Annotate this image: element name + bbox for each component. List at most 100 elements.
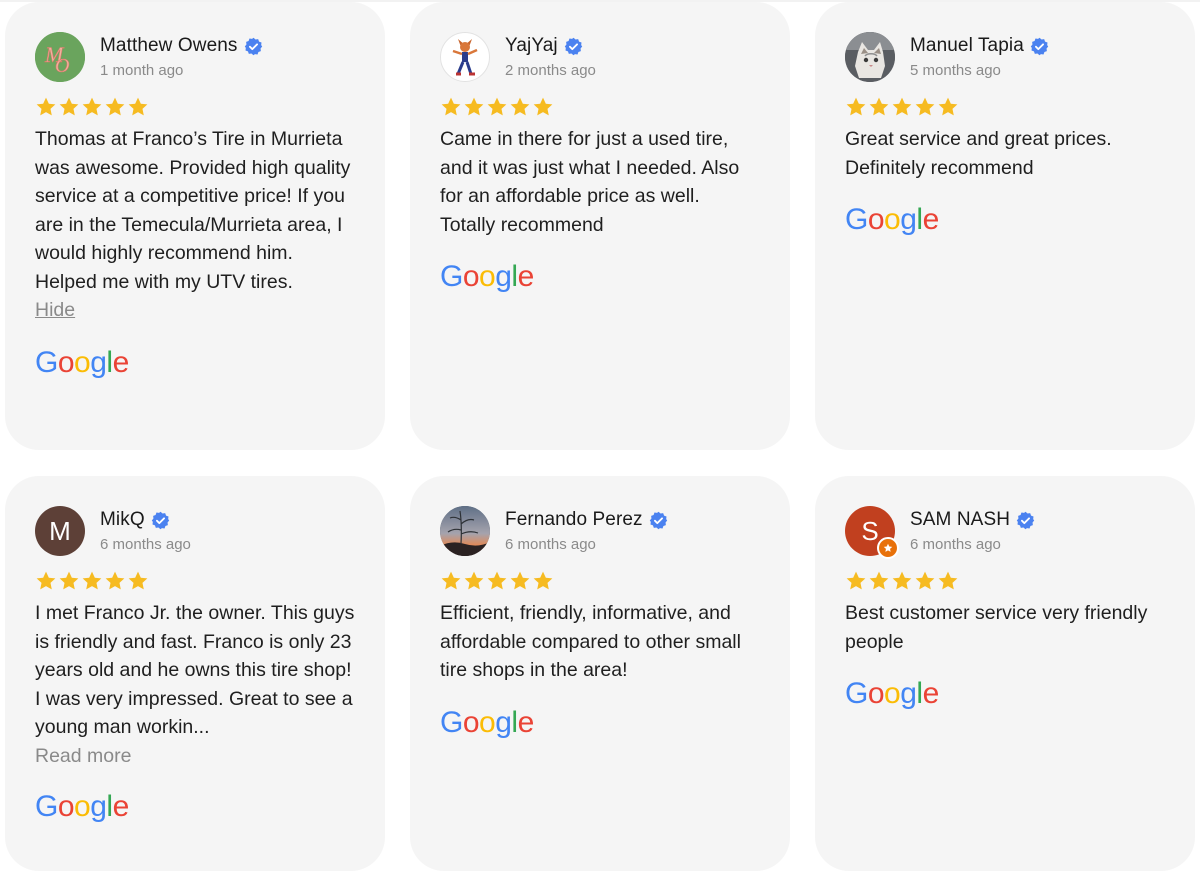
star-icon xyxy=(487,97,507,116)
review-card: M O Matthew Owens 1 month ago Thomas at … xyxy=(5,2,385,450)
star-icon xyxy=(915,571,935,590)
cartoon-character-icon xyxy=(440,32,490,82)
review-text: Great service and great prices. Definite… xyxy=(845,128,1112,179)
avatar-initial: S xyxy=(861,515,879,546)
star-rating xyxy=(440,96,760,120)
star-icon xyxy=(892,571,912,590)
hide-link[interactable]: Hide xyxy=(35,296,355,325)
local-guide-badge-icon xyxy=(877,537,899,559)
review-card: YajYaj 2 months ago Came in there for ju… xyxy=(410,2,790,450)
star-icon xyxy=(869,571,889,590)
sunset-photo-icon xyxy=(440,506,490,556)
review-time: 6 months ago xyxy=(505,536,596,553)
avatar[interactable]: M xyxy=(35,506,85,556)
avatar-initial: M xyxy=(49,515,71,546)
verified-badge-icon xyxy=(649,511,668,530)
review-card: S SAM NASH 6 months ago Best customer se… xyxy=(815,476,1195,871)
star-icon xyxy=(510,571,530,590)
star-icon xyxy=(82,97,102,116)
star-rating xyxy=(35,570,355,594)
star-icon xyxy=(915,97,935,116)
svg-text:Google: Google xyxy=(845,678,939,710)
cat-photo-icon xyxy=(845,32,895,82)
star-icon xyxy=(892,97,912,116)
google-logo-icon[interactable]: Google xyxy=(845,678,939,710)
star-icon xyxy=(36,97,56,116)
star-icon xyxy=(128,97,148,116)
monogram-mo-icon: M O xyxy=(35,32,85,82)
star-icon xyxy=(533,97,553,116)
review-header: Fernando Perez 6 months ago xyxy=(440,506,760,556)
avatar[interactable]: M O xyxy=(35,32,85,82)
review-text: Efficient, friendly, informative, and af… xyxy=(440,602,741,681)
review-time: 6 months ago xyxy=(910,536,1001,553)
svg-text:Google: Google xyxy=(845,204,939,236)
verified-badge-icon xyxy=(564,37,583,56)
verified-badge-icon xyxy=(244,37,263,56)
star-icon xyxy=(441,97,461,116)
star-icon xyxy=(105,97,125,116)
review-card: M MikQ 6 months ago I met Franco Jr. the… xyxy=(5,476,385,871)
star-icon xyxy=(82,571,102,590)
read-more-link[interactable]: Read more xyxy=(35,742,355,771)
svg-text:Google: Google xyxy=(440,261,534,293)
review-time: 6 months ago xyxy=(100,536,191,553)
review-header: M O Matthew Owens 1 month ago xyxy=(35,32,355,82)
review-header: S SAM NASH 6 months ago xyxy=(845,506,1165,559)
star-icon xyxy=(59,571,79,590)
verified-badge-icon xyxy=(1016,511,1035,530)
review-time: 5 months ago xyxy=(910,62,1001,79)
reviewer-name[interactable]: MikQ xyxy=(100,509,145,531)
star-rating xyxy=(845,570,1165,594)
star-icon xyxy=(441,571,461,590)
google-logo-icon[interactable]: Google xyxy=(35,791,129,823)
star-rating xyxy=(440,570,760,594)
star-icon xyxy=(510,97,530,116)
star-icon xyxy=(869,97,889,116)
star-icon xyxy=(464,97,484,116)
star-icon xyxy=(533,571,553,590)
star-icon xyxy=(128,571,148,590)
avatar[interactable] xyxy=(440,506,490,556)
review-text: Thomas at Franco’s Tire in Murrieta was … xyxy=(35,128,351,293)
verified-badge-icon xyxy=(151,511,170,530)
google-logo-icon[interactable]: Google xyxy=(35,347,129,379)
star-icon xyxy=(938,571,958,590)
review-header: YajYaj 2 months ago xyxy=(440,32,760,82)
svg-text:Google: Google xyxy=(440,707,534,739)
review-card: Fernando Perez 6 months ago Efficient, f… xyxy=(410,476,790,871)
star-icon xyxy=(487,571,507,590)
google-logo-icon[interactable]: Google xyxy=(440,707,534,739)
google-logo-icon[interactable]: Google xyxy=(845,204,939,236)
reviewer-name[interactable]: Fernando Perez xyxy=(505,509,643,531)
star-icon xyxy=(846,571,866,590)
reviewer-name[interactable]: SAM NASH xyxy=(910,509,1010,531)
review-header: Manuel Tapia 5 months ago xyxy=(845,32,1165,82)
reviewer-name[interactable]: YajYaj xyxy=(505,35,558,57)
avatar[interactable]: S xyxy=(845,506,899,559)
star-icon xyxy=(938,97,958,116)
star-icon xyxy=(36,571,56,590)
review-card: Manuel Tapia 5 months ago Great service … xyxy=(815,2,1195,450)
star-rating xyxy=(845,96,1165,120)
google-logo-icon[interactable]: Google xyxy=(440,261,534,293)
avatar[interactable] xyxy=(845,32,895,82)
svg-text:O: O xyxy=(55,55,69,77)
star-icon xyxy=(59,97,79,116)
star-rating xyxy=(35,96,355,120)
svg-text:Google: Google xyxy=(35,347,129,379)
reviewer-name[interactable]: Manuel Tapia xyxy=(910,35,1024,57)
review-text: Came in there for just a used tire, and … xyxy=(440,128,740,236)
review-header: M MikQ 6 months ago xyxy=(35,506,355,556)
review-text: Best customer service very friendly peop… xyxy=(845,602,1148,653)
review-text: I met Franco Jr. the owner. This guys is… xyxy=(35,602,355,738)
svg-text:Google: Google xyxy=(35,791,129,823)
review-time: 2 months ago xyxy=(505,62,596,79)
reviewer-name[interactable]: Matthew Owens xyxy=(100,35,238,57)
verified-badge-icon xyxy=(1030,37,1049,56)
star-icon xyxy=(105,571,125,590)
star-icon xyxy=(846,97,866,116)
review-time: 1 month ago xyxy=(100,62,184,79)
star-icon xyxy=(464,571,484,590)
avatar[interactable] xyxy=(440,32,490,82)
